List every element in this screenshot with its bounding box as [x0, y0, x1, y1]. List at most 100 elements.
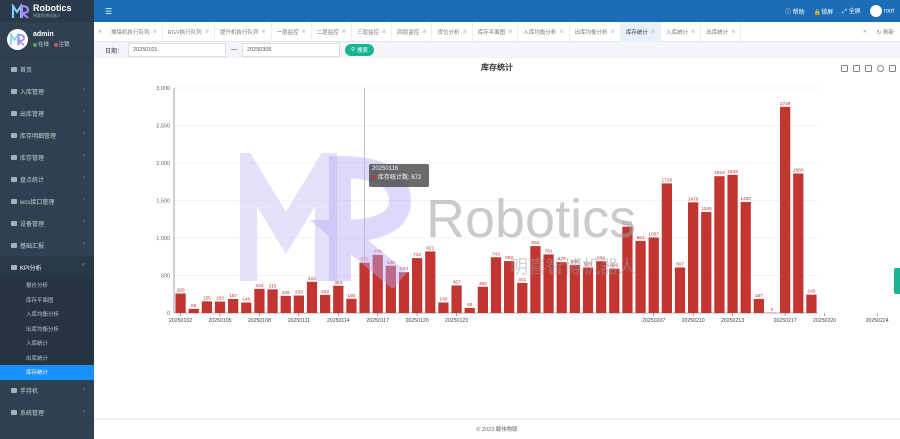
tab-3[interactable]: 一层监控 ⊗ [272, 21, 312, 42]
tab-2[interactable]: 提升机执行队列 ⊗ [215, 21, 272, 42]
tab-13[interactable]: 出库统计 ⊗ [701, 21, 742, 42]
sidebar-item-5[interactable]: 盘点统计 ‹ [0, 168, 94, 190]
chevron-left-icon: ‹ [83, 386, 85, 393]
tab-0[interactable]: 堆垛机执行队列 ⊗ [106, 21, 163, 42]
chart-tooltip: 20250116 库存统计数: 672 [369, 164, 429, 187]
user-name: admin [33, 31, 54, 38]
tab-6[interactable]: 四层监控 ⊗ [392, 21, 433, 42]
tab-1[interactable]: RGV执行队列 ⊗ [163, 21, 215, 42]
sidebar-item-7[interactable]: 设备管理 ‹ [0, 212, 94, 234]
data-label: 1476 [688, 196, 699, 202]
tab-4[interactable]: 二层监控 ⊗ [312, 21, 352, 42]
sidebar-item-6[interactable]: wcs接口管理 ‹ [0, 190, 94, 212]
menu-toggle-icon[interactable]: ☰ [105, 7, 112, 16]
tab-refresh-button[interactable]: ↻ 刷新 [871, 28, 900, 36]
sidebar-item-label: 库存明细管理 [20, 133, 57, 140]
user-menu[interactable]: root [869, 5, 894, 17]
sidebar-item-0[interactable]: 首页 [0, 58, 94, 80]
lock-button[interactable]: 🔒锁屏 [814, 7, 834, 16]
submenu-item-5[interactable]: 出库统计 [0, 351, 94, 366]
tab-9[interactable]: 入库均衡分析 ⊗ [518, 21, 570, 42]
logo[interactable]: Robotics 明喜智博机器人 [0, 0, 94, 22]
chevron-down-icon: ˅ [81, 263, 85, 269]
close-icon[interactable]: ⊗ [205, 29, 209, 35]
sidebar-item-9[interactable]: KPI分析 ˅ [0, 256, 94, 278]
close-icon[interactable]: ⊗ [508, 29, 512, 35]
tab-10[interactable]: 出库均衡分析 ⊗ [570, 21, 621, 42]
close-icon[interactable]: ⊗ [559, 29, 563, 35]
bar [806, 294, 817, 313]
sidebar-bottom-item-1[interactable]: 系统管理 ‹ [0, 402, 94, 424]
tab-11[interactable]: 库存统计 ⊗ [620, 21, 662, 42]
data-label: 1480 [740, 196, 751, 202]
robotics-avatar-icon [10, 33, 25, 46]
sidebar-item-label: 设备管理 [20, 221, 45, 228]
close-icon[interactable]: ⊗ [611, 29, 615, 35]
sidebar-item-label: wcs接口管理 [20, 199, 55, 206]
sidebar-item-3[interactable]: 库存明细管理 ‹ [0, 124, 94, 146]
tabbar: « 堆垛机执行队列 ⊗ RGV执行队列 ⊗ 提升机执行队列 ⊗ 一层监控 ⊗ 二层监控 ⊗ 三层监控… [94, 21, 900, 42]
tab-label: RGV执行队列 [167, 29, 202, 36]
bar [412, 258, 423, 313]
bar [188, 308, 199, 313]
start-date-input[interactable] [128, 43, 227, 57]
data-label: 892 [531, 240, 539, 246]
data-label: 1728 [662, 177, 673, 183]
close-icon[interactable]: ⊗ [153, 29, 157, 35]
submenu-item-3[interactable]: 出库均衡分析 [0, 322, 94, 337]
close-icon[interactable]: ⊗ [382, 29, 386, 35]
chart-panel: 库存统计 0 500 1,000 1,500 2,000 2,500 3,000 260 55 1… [94, 58, 900, 418]
bar [727, 174, 738, 313]
data-label: 187 [229, 293, 237, 299]
close-icon[interactable]: ⊗ [651, 29, 655, 35]
close-icon[interactable]: ⊗ [261, 29, 265, 35]
x-tick-label: 20250117 [366, 318, 389, 324]
bar [517, 282, 528, 313]
chevron-left-icon: ‹ [83, 87, 85, 93]
close-icon[interactable]: ⊗ [691, 29, 695, 35]
close-icon[interactable]: ⊗ [342, 29, 346, 35]
tab-8[interactable]: 库存平面图 ⊗ [473, 21, 519, 42]
submenu-item-2[interactable]: 入库均衡分析 [0, 307, 94, 322]
data-label: 1346 [701, 206, 712, 212]
fullscreen-button[interactable]: ⤢ 全屏 [842, 6, 861, 16]
data-label: 640 [571, 259, 579, 265]
data-label: 630 [387, 260, 395, 266]
submenu-item-0[interactable]: 报价分析 [0, 278, 94, 293]
close-icon[interactable]: ⊗ [302, 29, 306, 35]
logout-dot-icon [53, 42, 58, 47]
bar [793, 173, 804, 313]
tab-12[interactable]: 入库统计 ⊗ [661, 21, 702, 42]
y-tick-label: 1,500 [156, 199, 170, 205]
folder-icon [11, 132, 17, 138]
close-icon[interactable]: ⊗ [462, 29, 466, 35]
avatar[interactable] [7, 29, 28, 50]
search-button[interactable]: ⚲ 搜索 [345, 44, 375, 56]
end-date-input[interactable] [242, 43, 341, 57]
y-tick-label: 1,000 [156, 236, 170, 242]
sidebar-bottom-item-0[interactable]: 手持机 ‹ [0, 380, 94, 402]
tab-7[interactable]: 货位分析 ⊗ [432, 21, 473, 42]
sidebar-item-1[interactable]: 入库管理 ‹ [0, 80, 94, 102]
bar [254, 288, 265, 313]
sidebar-item-4[interactable]: 库存管理 ‹ [0, 146, 94, 168]
side-drawer-handle[interactable] [894, 268, 900, 294]
bar [596, 261, 607, 313]
bar [425, 251, 436, 313]
data-label: 416 [308, 276, 316, 282]
tab-5[interactable]: 三层监控 ⊗ [352, 21, 393, 42]
tab-scroll-right-icon[interactable]: » [859, 29, 871, 35]
close-icon[interactable]: ⊗ [731, 29, 735, 35]
help-button[interactable]: ⓘ 帮助 [785, 7, 805, 16]
close-icon[interactable]: ⊗ [422, 29, 426, 35]
submenu-item-6[interactable]: 库存统计 [0, 365, 94, 380]
bar-chart: 0 500 1,000 1,500 2,000 2,500 3,000 260 55 155 153… [156, 86, 889, 324]
submenu-item-4[interactable]: 入库统计 [0, 336, 94, 351]
data-label: 672 [361, 257, 369, 263]
submenu-item-1[interactable]: 库存平面图 [0, 293, 94, 308]
tab-label: 入库均衡分析 [523, 29, 557, 36]
tab-scroll-left-icon[interactable]: « [94, 29, 106, 35]
logout-link[interactable]: 注销 [59, 42, 70, 48]
sidebar-item-8[interactable]: 基础汇报 ‹ [0, 234, 94, 256]
sidebar-item-2[interactable]: 出库管理 ‹ [0, 102, 94, 124]
